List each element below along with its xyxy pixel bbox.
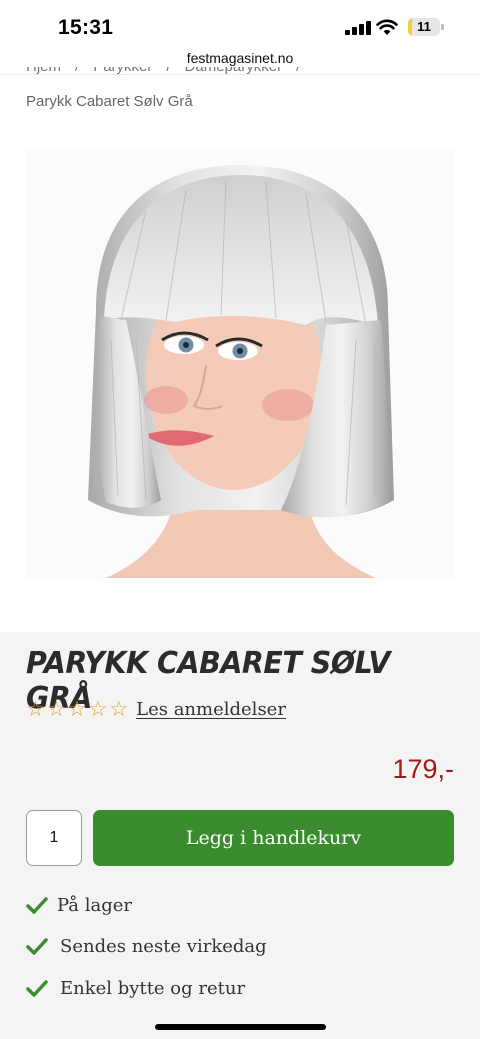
product-price: 179,-	[392, 754, 454, 784]
battery-icon: 11	[408, 18, 444, 36]
usp-label: Sendes neste virkedag	[60, 935, 267, 957]
product-rating: ☆ ☆ ☆ ☆ ☆ Les anmeldelser	[26, 698, 286, 720]
rating-stars: ☆ ☆ ☆ ☆ ☆	[26, 698, 128, 720]
star-outline-icon: ☆	[109, 697, 129, 721]
check-icon	[26, 980, 48, 997]
home-indicator[interactable]	[155, 1024, 326, 1030]
breadcrumb-current: Parykk Cabaret Sølv Grå	[26, 93, 193, 110]
url-bar[interactable]: festmagasinet.no	[0, 50, 480, 66]
breadcrumb-item-women-wigs[interactable]: Dameparykker	[185, 67, 283, 78]
cellular-signal-icon	[345, 21, 371, 35]
product-image[interactable]	[26, 150, 454, 578]
read-reviews-link[interactable]: Les anmeldelser	[136, 699, 286, 720]
check-icon	[26, 897, 48, 914]
breadcrumb-item-home[interactable]: Hjem	[26, 67, 61, 78]
usp-label: På lager	[57, 894, 133, 916]
star-outline-icon: ☆	[88, 697, 108, 721]
usp-in-stock: På lager	[26, 894, 426, 916]
product-info-panel: PARYKK CABARET SØLV GRÅ ☆ ☆ ☆ ☆ ☆ Les an…	[0, 632, 480, 1039]
breadcrumb: Hjem / Parykker / Dameparykker / Parykk …	[26, 67, 466, 113]
breadcrumb-separator: /	[166, 67, 170, 78]
breadcrumb-item-wigs[interactable]: Parykker	[93, 67, 152, 78]
product-photo-silver-bob-wig	[26, 150, 454, 578]
status-time: 15:31	[58, 16, 114, 39]
add-to-cart-button[interactable]: Legg i handlekurv	[93, 810, 454, 866]
wifi-icon	[376, 19, 398, 35]
star-outline-icon: ☆	[46, 697, 66, 721]
usp-shipping: Sendes neste virkedag	[26, 935, 426, 957]
check-icon	[26, 938, 48, 955]
usp-label: Enkel bytte og retur	[60, 977, 246, 999]
breadcrumb-separator: /	[296, 67, 300, 78]
breadcrumb-separator: /	[75, 67, 79, 78]
quantity-input[interactable]: 1	[26, 810, 82, 866]
star-outline-icon: ☆	[67, 697, 87, 721]
usp-returns: Enkel bytte og retur	[26, 977, 426, 999]
status-bar: 15:31 11	[0, 0, 480, 50]
battery-level: 11	[417, 19, 431, 34]
star-outline-icon: ☆	[26, 697, 45, 721]
